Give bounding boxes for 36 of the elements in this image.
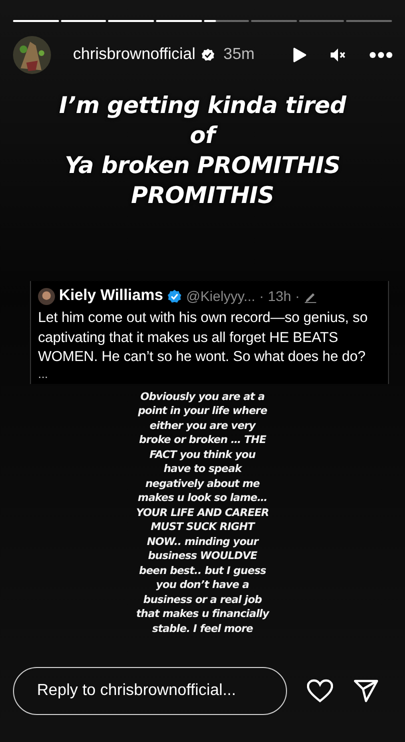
caption-line: you don’t have a <box>155 578 250 592</box>
more-icon[interactable] <box>369 51 393 59</box>
caption-line: makes u look so lame… <box>136 491 268 506</box>
headline-text: PROMITHIS <box>130 182 275 211</box>
tweet-time: · 13h · <box>259 288 300 304</box>
caption-line: business or a real job <box>142 592 263 607</box>
caption-line: NOW.. minding your <box>146 534 260 549</box>
caption-line: point in your life where <box>136 404 268 418</box>
headline-text: of <box>0 121 405 151</box>
caption-line: that makes u financially <box>135 607 270 622</box>
author-name: Kiely Williams <box>59 287 164 305</box>
avatar-icon[interactable] <box>13 36 51 74</box>
tweet-text: Let him come out with his own record—so genius, so captivating that it makes us all forget HE BEATS WOMEN. He can’t so he wont. So what does he do? <box>38 309 369 367</box>
caption-line: either you are very <box>148 418 257 433</box>
caption-line: Obviously you are at a <box>139 390 266 404</box>
headline-text: Ya broken PROMITHIS <box>64 152 342 181</box>
author-handle: @Kielyyy... <box>186 288 256 304</box>
headline-text: I’m getting kinda tired <box>58 92 348 121</box>
avatar-icon <box>38 288 55 304</box>
caption-line: FACT you think you <box>148 448 256 462</box>
heart-icon[interactable] <box>307 679 333 703</box>
caption-line: been best.. but I guess <box>138 564 268 578</box>
send-icon[interactable] <box>353 679 379 703</box>
reply-field[interactable]: Reply to chrisbrownofficial... <box>13 667 287 715</box>
username[interactable]: chrisbrownofficial <box>73 46 196 64</box>
caption-line: YOUR LIFE AND CAREER <box>135 506 270 520</box>
play-icon[interactable] <box>291 46 307 64</box>
post-time: 35m <box>223 46 255 64</box>
ellipsis-text: ... <box>38 368 50 380</box>
caption-line: negatively about me <box>144 476 261 491</box>
muted-speaker-icon[interactable] <box>329 46 347 64</box>
caption-line: business WOULDVE <box>147 549 258 564</box>
caption-line: broke or broken … THE <box>138 433 268 448</box>
caption-line: stable. I feel more <box>151 622 254 636</box>
caption-line: MUST SUCK RIGHT <box>150 520 256 534</box>
caption-line: have to speak <box>162 462 244 476</box>
